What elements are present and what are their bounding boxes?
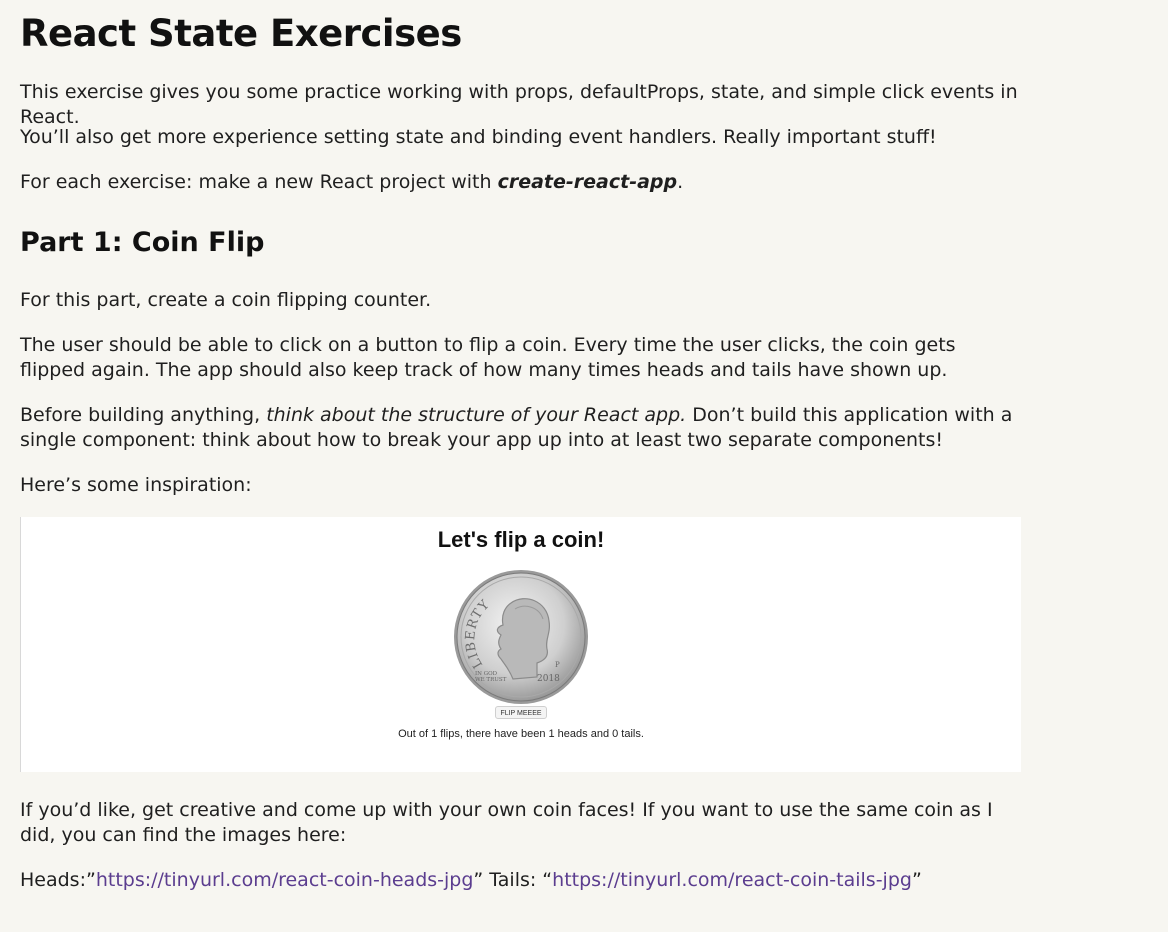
coin-mint-mark: P	[555, 661, 560, 669]
coin-heads-image: LIBERTY IN GOD WE TRUST P 2018	[454, 570, 588, 704]
part1-paragraph-4: Here’s some inspiration:	[20, 474, 252, 496]
intro-p3-text: For each exercise: make a new React proj…	[20, 171, 498, 193]
heads-image-link[interactable]: https://tinyurl.com/react-coin-heads-jpg	[96, 869, 474, 891]
intro-paragraph-1: This exercise gives you some practice wo…	[20, 81, 1018, 128]
closing-quote: ”	[911, 869, 922, 891]
intro-paragraph-3: For each exercise: make a new React proj…	[20, 170, 1020, 195]
demo-title: Let's flip a coin!	[437, 527, 605, 552]
part1-p3-emphasis: think about the structure of your React …	[266, 404, 687, 426]
page: React State Exercises This exercise give…	[0, 0, 1168, 932]
flip-button[interactable]: FLIP MEEEE	[495, 706, 547, 719]
coin-flip-demo-image: Let's flip a coin! LIBERTY IN GOD WE TRU…	[20, 517, 1021, 772]
part1-paragraph-3: Before building anything, think about th…	[20, 403, 1020, 453]
tails-image-link[interactable]: https://tinyurl.com/react-coin-tails-jpg	[552, 869, 912, 891]
page-title: React State Exercises	[20, 12, 462, 55]
coin-image-links: Heads:”https://tinyurl.com/react-coin-he…	[20, 868, 1020, 893]
flip-count-caption: Out of 1 flips, there have been 1 heads …	[398, 728, 644, 740]
coin-year: 2018	[537, 674, 560, 684]
part1-p3-start: Before building anything,	[20, 404, 267, 426]
intro-paragraph-2: You’ll also get more experience setting …	[20, 126, 937, 148]
coin-motto-line-2: WE TRUST	[475, 677, 507, 683]
heads-label: Heads:”	[20, 869, 96, 891]
tails-label: ” Tails: “	[473, 869, 553, 891]
create-react-app-emphasis: create-react-app	[497, 171, 678, 193]
part1-paragraph-1: For this part, create a coin flipping co…	[20, 289, 432, 311]
intro-p3-end: .	[677, 171, 684, 193]
part1-paragraph-5: If you’d like, get creative and come up …	[20, 799, 993, 846]
part1-heading: Part 1: Coin Flip	[20, 227, 265, 258]
part1-paragraph-2: The user should be able to click on a bu…	[20, 334, 956, 381]
